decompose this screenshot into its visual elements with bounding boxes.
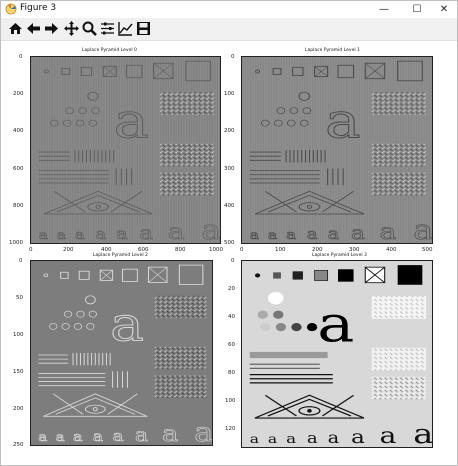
panel-2-ytick: 250 [13, 442, 24, 448]
panel-1-ytick: 400 [224, 203, 235, 209]
svg-text:a: a [413, 419, 433, 448]
panel-3-ytick: 60 [228, 342, 235, 348]
panel-2-ytick: 200 [13, 406, 24, 412]
panel-1-ytick: 500 [224, 240, 235, 246]
figure-window: Figure 3 — ☐ ✕ Laplace Pyramid Level 0 0… [0, 0, 458, 466]
forward-icon[interactable] [43, 20, 60, 37]
panel-0-ytick: 0 [19, 54, 23, 60]
panel-0-ytick: 800 [13, 203, 24, 209]
panel-1-xtick: 0 [240, 247, 244, 253]
panel-2-ytick: 150 [13, 369, 24, 375]
close-button[interactable]: ✕ [431, 1, 457, 18]
panel-3-ytick: 20 [228, 286, 235, 292]
panel-2-image[interactable] [30, 260, 213, 446]
configure-subplots-icon[interactable] [99, 20, 116, 37]
panel-1-ytick: 0 [231, 54, 235, 60]
pan-icon[interactable] [63, 20, 80, 37]
panel-1-xtick: 500 [422, 247, 433, 253]
panel-2-title: Laplace Pyramid Level 2 [93, 253, 148, 258]
panel-0-xtick: 0 [29, 247, 33, 253]
glyph-large: a [317, 297, 354, 354]
minimize-button[interactable]: — [371, 1, 397, 18]
svg-text:a: a [250, 432, 259, 446]
panel-3-title: Laplace Pyramid Level 3 [312, 253, 367, 258]
panel-3-ytick: 40 [228, 314, 235, 320]
panel-0-ytick: 200 [13, 91, 24, 97]
panel-3-ytick: 80 [228, 370, 235, 376]
title-bar: Figure 3 — ☐ ✕ [1, 1, 457, 18]
svg-text:a: a [286, 430, 296, 446]
panel-2-ytick: 0 [19, 258, 23, 264]
panel-0-ytick: 1000 [9, 240, 23, 246]
svg-text:a: a [328, 430, 340, 448]
panel-0-image[interactable] [30, 56, 221, 244]
panel-1-ytick: 200 [224, 128, 235, 134]
panel-3-ytick: 100 [225, 398, 236, 404]
panel-1-title: Laplace Pyramid Level 1 [305, 48, 360, 53]
panel-0-ytick: 600 [13, 166, 24, 172]
panel-1-ytick: 100 [224, 91, 235, 97]
panel-2-ytick: 100 [13, 332, 24, 338]
zoom-icon[interactable] [81, 20, 98, 37]
panel-3-ytick: 0 [231, 258, 235, 264]
home-icon[interactable] [7, 20, 24, 37]
panel-0-xtick: 1000 [209, 247, 223, 253]
panel-0-ytick: 400 [13, 128, 24, 134]
panel-0-xtick: 800 [175, 247, 186, 253]
panel-1-image[interactable] [241, 56, 433, 244]
svg-text:a: a [307, 430, 318, 447]
panel-2-ytick: 50 [16, 295, 23, 301]
panel-3-image[interactable]: a a a a a a a a a [241, 260, 433, 448]
maximize-button[interactable]: ☐ [404, 1, 430, 18]
panel-0-xtick: 200 [63, 247, 74, 253]
panel-0-title: Laplace Pyramid Level 0 [82, 48, 137, 53]
back-icon[interactable] [25, 20, 42, 37]
panel-3-ytick: 120 [225, 426, 236, 432]
panel-1-xtick: 400 [386, 247, 397, 253]
save-icon[interactable] [135, 20, 152, 37]
panel-1-ytick: 300 [224, 166, 235, 172]
window-title: Figure 3 [20, 3, 57, 13]
panel-1-xtick: 100 [275, 247, 286, 253]
matplotlib-logo-icon [5, 3, 17, 15]
svg-text:a: a [268, 432, 277, 446]
svg-text:a: a [351, 425, 365, 447]
navigation-toolbar [1, 18, 457, 41]
svg-text:a: a [380, 423, 397, 448]
figure-canvas: a [1, 41, 457, 465]
edit-axes-icon[interactable] [117, 20, 134, 37]
